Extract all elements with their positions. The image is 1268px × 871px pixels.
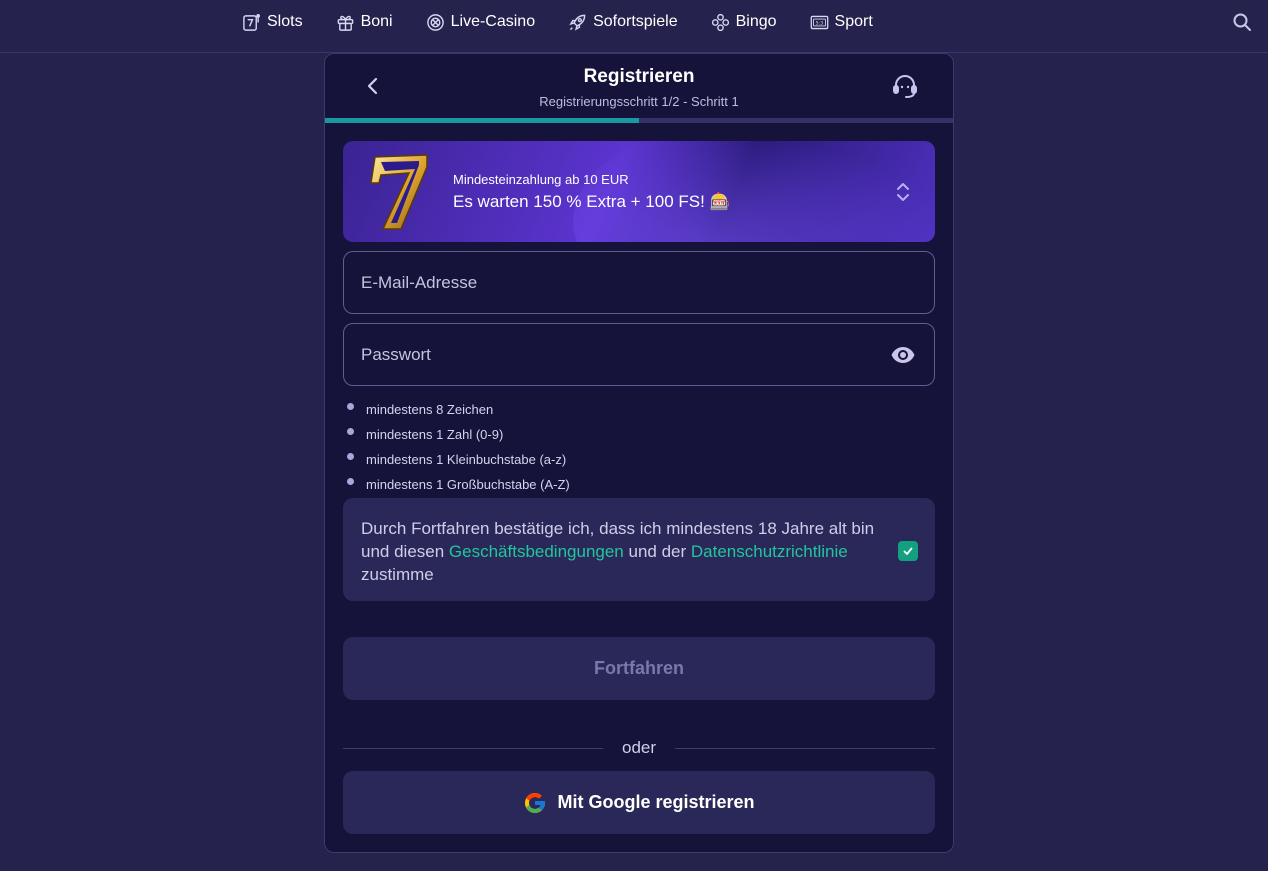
scoreboard-icon-text: 5:3 bbox=[815, 20, 823, 26]
rocket-icon bbox=[569, 14, 586, 31]
password-input[interactable] bbox=[344, 324, 934, 385]
requirement-item: mindestens 1 Großbuchstabe (A-Z) bbox=[347, 472, 570, 497]
bullet-dot bbox=[347, 478, 354, 485]
roulette-chip-icon bbox=[426, 13, 444, 31]
gift-icon bbox=[337, 15, 353, 31]
eye-icon[interactable] bbox=[890, 344, 916, 366]
email-field-wrapper bbox=[343, 251, 935, 314]
terms-text-part3: zustimme bbox=[361, 565, 434, 584]
password-field-wrapper bbox=[343, 323, 935, 386]
headset-support-icon[interactable] bbox=[891, 72, 919, 100]
privacy-policy-link[interactable]: Datenschutzrichtlinie bbox=[691, 542, 848, 561]
divider-line-right bbox=[675, 748, 935, 749]
terms-link[interactable]: Geschäftsbedingungen bbox=[449, 542, 624, 561]
nav-label-bingo: Bingo bbox=[735, 13, 777, 30]
nav-item-sport[interactable]: 5:3 Sport bbox=[810, 13, 873, 32]
terms-text-part2: und der bbox=[623, 542, 691, 561]
modal-header: Registrieren Registrierungsschritt 1/2 -… bbox=[325, 54, 953, 119]
nav-item-slots[interactable]: Slots bbox=[242, 13, 303, 32]
continue-button[interactable]: Fortfahren bbox=[343, 637, 935, 700]
bullet-dot bbox=[347, 428, 354, 435]
chevron-up-down-icon bbox=[897, 183, 909, 201]
nav-label-boni: Boni bbox=[360, 13, 393, 30]
checkmark-icon bbox=[903, 547, 913, 555]
google-register-label: Mit Google registrieren bbox=[557, 792, 755, 812]
top-navigation: Slots Boni Live-Casino Sofortspiele Bing… bbox=[0, 0, 1268, 53]
bullet-dot bbox=[347, 453, 354, 460]
requirement-text: mindestens 1 Großbuchstabe (A-Z) bbox=[366, 477, 570, 492]
registration-modal: Registrieren Registrierungsschritt 1/2 -… bbox=[324, 53, 954, 853]
email-input[interactable] bbox=[344, 252, 934, 313]
nav-label-live-casino: Live-Casino bbox=[450, 13, 536, 30]
nav-item-bingo[interactable]: Bingo bbox=[711, 13, 777, 32]
lucky-seven-icon bbox=[370, 154, 428, 230]
bullet-dot bbox=[347, 403, 354, 410]
scoreboard-icon: 5:3 bbox=[810, 15, 828, 29]
nav-item-live-casino[interactable]: Live-Casino bbox=[426, 13, 535, 32]
requirement-item: mindestens 8 Zeichen bbox=[347, 397, 570, 422]
or-divider: oder bbox=[343, 737, 935, 759]
bonus-offer: Es warten 150 % Extra + 100 FS! 🎰 bbox=[453, 192, 731, 211]
google-logo-icon bbox=[525, 792, 546, 813]
terms-text: Durch Fortfahren bestätige ich, dass ich… bbox=[361, 517, 881, 586]
nav-label-slots: Slots bbox=[267, 13, 303, 30]
bonus-min-deposit: Mindesteinzahlung ab 10 EUR bbox=[453, 172, 629, 187]
nav-items: Slots Boni Live-Casino Sofortspiele Bing… bbox=[242, 0, 906, 44]
nav-item-sofortspiele[interactable]: Sofortspiele bbox=[568, 13, 678, 32]
progress-fill bbox=[325, 118, 639, 123]
requirement-text: mindestens 8 Zeichen bbox=[366, 402, 494, 417]
search-icon[interactable] bbox=[1232, 12, 1252, 32]
terms-checkbox[interactable] bbox=[898, 541, 918, 561]
registration-progress-bar bbox=[325, 118, 953, 123]
bingo-balls-icon bbox=[711, 13, 729, 31]
nav-item-boni[interactable]: Boni bbox=[336, 13, 393, 32]
slot-seven-icon bbox=[243, 13, 261, 31]
requirement-text: mindestens 1 Zahl (0-9) bbox=[366, 427, 504, 442]
requirement-item: mindestens 1 Zahl (0-9) bbox=[347, 422, 570, 447]
google-register-button[interactable]: Mit Google registrieren bbox=[343, 771, 935, 834]
nav-label-sofortspiele: Sofortspiele bbox=[593, 13, 678, 30]
requirement-text: mindestens 1 Kleinbuchstabe (a-z) bbox=[366, 452, 567, 467]
modal-title: Registrieren bbox=[583, 66, 695, 87]
nav-label-sport: Sport bbox=[834, 13, 873, 30]
password-requirements: mindestens 8 Zeichen mindestens 1 Zahl (… bbox=[347, 397, 570, 497]
modal-subtitle: Registrierungsschritt 1/2 - Schritt 1 bbox=[539, 94, 739, 109]
bonus-banner[interactable]: Mindesteinzahlung ab 10 EUR Es warten 15… bbox=[343, 141, 935, 242]
terms-consent-box: Durch Fortfahren bestätige ich, dass ich… bbox=[343, 498, 935, 601]
requirement-item: mindestens 1 Kleinbuchstabe (a-z) bbox=[347, 447, 570, 472]
